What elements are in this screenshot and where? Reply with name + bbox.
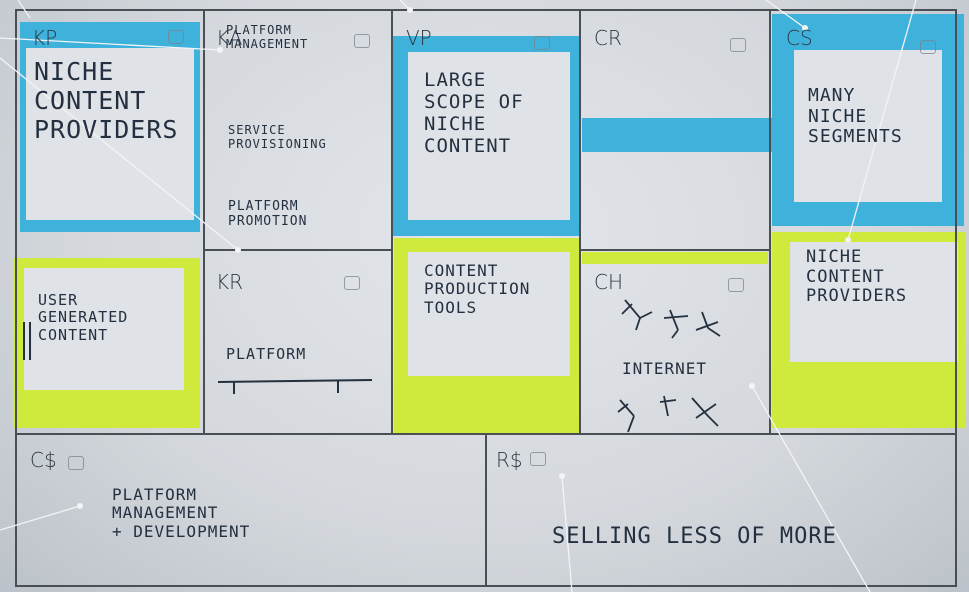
- ka-note-management: Platform management: [226, 23, 309, 51]
- cost-block-icon: [68, 456, 84, 470]
- cr-code: CR: [594, 26, 622, 50]
- cs-note-providers: Niche content providers: [806, 247, 908, 307]
- ch-note: Internet: [622, 359, 708, 378]
- ch-block-icon: [728, 278, 744, 292]
- canvas-board: KP KA KR VP CR CH CS C$ R$ Niche Content…: [0, 0, 969, 592]
- cr-block-icon: [730, 38, 746, 52]
- ch-code: CH: [594, 270, 624, 294]
- cs-block-icon: [920, 40, 936, 54]
- kp-block-icon: [168, 30, 184, 44]
- kr-block-icon: [344, 276, 360, 290]
- vp-note-scope: Large scope of niche content: [424, 69, 524, 157]
- ka-block-icon: [354, 34, 370, 48]
- ka-note-provisioning: Service provisioning: [228, 123, 327, 151]
- vp-note-tools: Content production tools: [424, 261, 531, 317]
- cost-code: C$: [30, 448, 57, 472]
- cs-code: CS: [786, 26, 813, 50]
- revenue-code: R$: [496, 448, 523, 472]
- revenue-block-icon: [530, 452, 546, 466]
- kp-note: Niche Content Providers: [34, 57, 179, 144]
- kr-note: Platform: [226, 345, 307, 363]
- kr-code: KR: [216, 270, 244, 294]
- vp-block-icon: [534, 36, 550, 50]
- revenue-note: Selling less of MORE: [552, 524, 837, 549]
- kp-code: KP: [32, 26, 58, 50]
- cost-note: Platform management + development: [112, 485, 251, 541]
- cs-note-segments: Many niche segments: [808, 85, 903, 148]
- ugc-note: User generated content: [38, 291, 129, 344]
- ka-note-promotion: Platform promotion: [228, 199, 308, 229]
- vp-code: VP: [406, 26, 432, 50]
